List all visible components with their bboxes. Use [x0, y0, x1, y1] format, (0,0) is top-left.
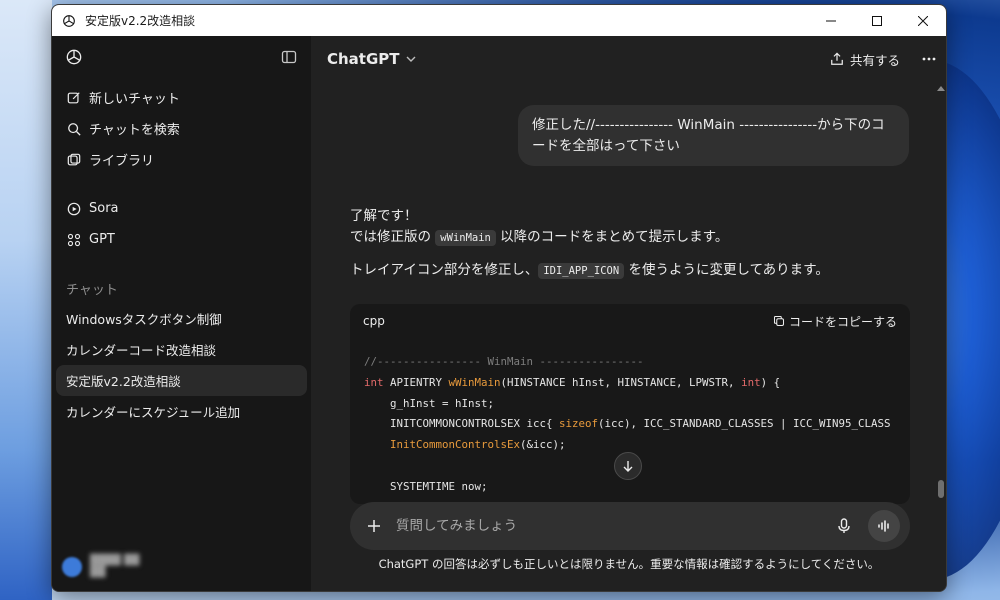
code-line: SYSTEMTIME now; — [364, 479, 488, 493]
grid-icon — [66, 232, 82, 248]
sidebar-item-label: 新しいチャット — [89, 92, 180, 107]
composer — [350, 502, 910, 550]
code-function: sizeof — [559, 417, 599, 431]
code-line: //---------------- WinMain -------------… — [364, 355, 644, 368]
maximize-button[interactable] — [854, 5, 900, 36]
app-window: 安定版v2.2改造相談 新しいチャット チャットを検索 ライブラリ Sora G… — [51, 4, 947, 592]
scroll-to-bottom-button[interactable] — [614, 452, 642, 480]
chat-item-active[interactable]: 安定版v2.2改造相談 — [56, 365, 307, 396]
sidebar-item-sora[interactable]: Sora — [52, 193, 311, 224]
model-selector[interactable]: ChatGPT — [327, 50, 416, 68]
copy-icon — [773, 315, 785, 327]
main-panel: ChatGPT 共有する 修正した//---------------- WinM… — [311, 36, 946, 591]
user-profile[interactable]: ████ ██ ██ — [62, 555, 139, 579]
avatar — [62, 557, 82, 577]
minimize-button[interactable] — [808, 5, 854, 36]
copy-code-button[interactable]: コードをコピーする — [773, 313, 897, 330]
desktop-wallpaper-left — [0, 0, 52, 600]
share-button[interactable]: 共有する — [830, 50, 900, 69]
reply-text: 了解です！ — [350, 208, 418, 224]
sidebar-item-label: ライブラリ — [89, 154, 155, 169]
inline-code: wWinMain — [435, 230, 496, 246]
inline-code: IDI_APP_ICON — [538, 263, 625, 279]
sidebar-item-label: チャットを検索 — [89, 123, 180, 138]
library-icon — [66, 152, 82, 168]
chat-section-heading: チャット — [66, 282, 118, 298]
main-header: ChatGPT 共有する — [311, 36, 946, 82]
chatgpt-logo-icon — [61, 13, 77, 29]
code-text: (&icc); — [520, 438, 566, 452]
model-name: ChatGPT — [327, 50, 400, 68]
user-name-redacted: ████ ██ ██ — [90, 555, 140, 578]
code-text: INITCOMMONCONTROLSEX icc{ — [364, 417, 560, 431]
code-text: ) { — [760, 375, 781, 389]
user-message-bubble: 修正した//---------------- WinMain ---------… — [518, 105, 909, 166]
chat-item[interactable]: カレンダーにスケジュール追加 — [56, 396, 307, 427]
sidebar-item-library[interactable]: ライブラリ — [52, 144, 311, 175]
scroll-up-arrow-icon[interactable] — [937, 86, 945, 91]
chevron-down-icon — [406, 54, 416, 64]
share-label: 共有する — [849, 52, 900, 68]
plus-icon[interactable] — [364, 516, 384, 536]
copy-code-label: コードをコピーする — [788, 314, 897, 329]
message-input[interactable] — [396, 518, 834, 534]
more-options-icon[interactable] — [922, 57, 936, 61]
code-text: (HINSTANCE hInst, HINSTANCE, LPWSTR, — [500, 375, 742, 389]
arrow-down-icon — [622, 460, 634, 472]
code-language-label: cpp — [363, 314, 385, 328]
share-icon — [830, 52, 844, 66]
disclaimer-text: ChatGPT の回答は必ずしも正しいとは限りません。重要な情報は確認するように… — [378, 557, 880, 571]
chatgpt-logo-icon[interactable] — [64, 47, 84, 71]
code-keyword: int — [364, 375, 384, 389]
code-function: wWinMain — [448, 375, 501, 389]
assistant-reply: 了解です！ では修正版の wWinMain 以降のコードをまとめて提示します。 … — [350, 206, 829, 293]
chat-item[interactable]: Windowsタスクボタン制御 — [56, 303, 307, 334]
window-title: 安定版v2.2改造相談 — [85, 14, 196, 28]
sidebar-item-new-chat[interactable]: 新しいチャット — [52, 82, 311, 113]
reply-text: を使うように変更してあります。 — [628, 262, 829, 278]
reply-text: トレイアイコン部分を修正し、 — [350, 262, 539, 278]
close-button[interactable] — [900, 5, 946, 36]
scrollbar-thumb[interactable] — [938, 480, 944, 498]
code-line: g_hInst = hInst; — [364, 396, 495, 410]
edit-icon — [66, 90, 82, 106]
code-function: InitCommonControlsEx — [364, 438, 521, 452]
sidebar-item-label: GPT — [89, 232, 115, 247]
sidebar-item-search[interactable]: チャットを検索 — [52, 113, 311, 144]
code-text: APIENTRY — [383, 375, 449, 389]
reply-text: 以降のコードをまとめて提示します。 — [500, 229, 729, 245]
search-icon — [66, 121, 82, 137]
sidebar-item-label: Sora — [89, 201, 119, 216]
voice-mode-button[interactable] — [868, 510, 900, 542]
title-bar[interactable]: 安定版v2.2改造相談 — [52, 5, 946, 36]
microphone-icon[interactable] — [834, 516, 854, 536]
code-text: (icc), ICC_STANDARD_CLASSES | ICC_WIN95_… — [598, 417, 891, 431]
code-keyword: int — [741, 375, 761, 389]
sidebar-item-gpt[interactable]: GPT — [52, 224, 311, 255]
scrollbar[interactable] — [936, 82, 946, 542]
play-icon — [66, 201, 82, 217]
sidebar-toggle-icon[interactable] — [281, 49, 297, 69]
reply-text: では修正版の — [350, 229, 431, 245]
sidebar: 新しいチャット チャットを検索 ライブラリ Sora GPT チャット Wind… — [52, 36, 311, 591]
chat-item[interactable]: カレンダーコード改造相談 — [56, 334, 307, 365]
